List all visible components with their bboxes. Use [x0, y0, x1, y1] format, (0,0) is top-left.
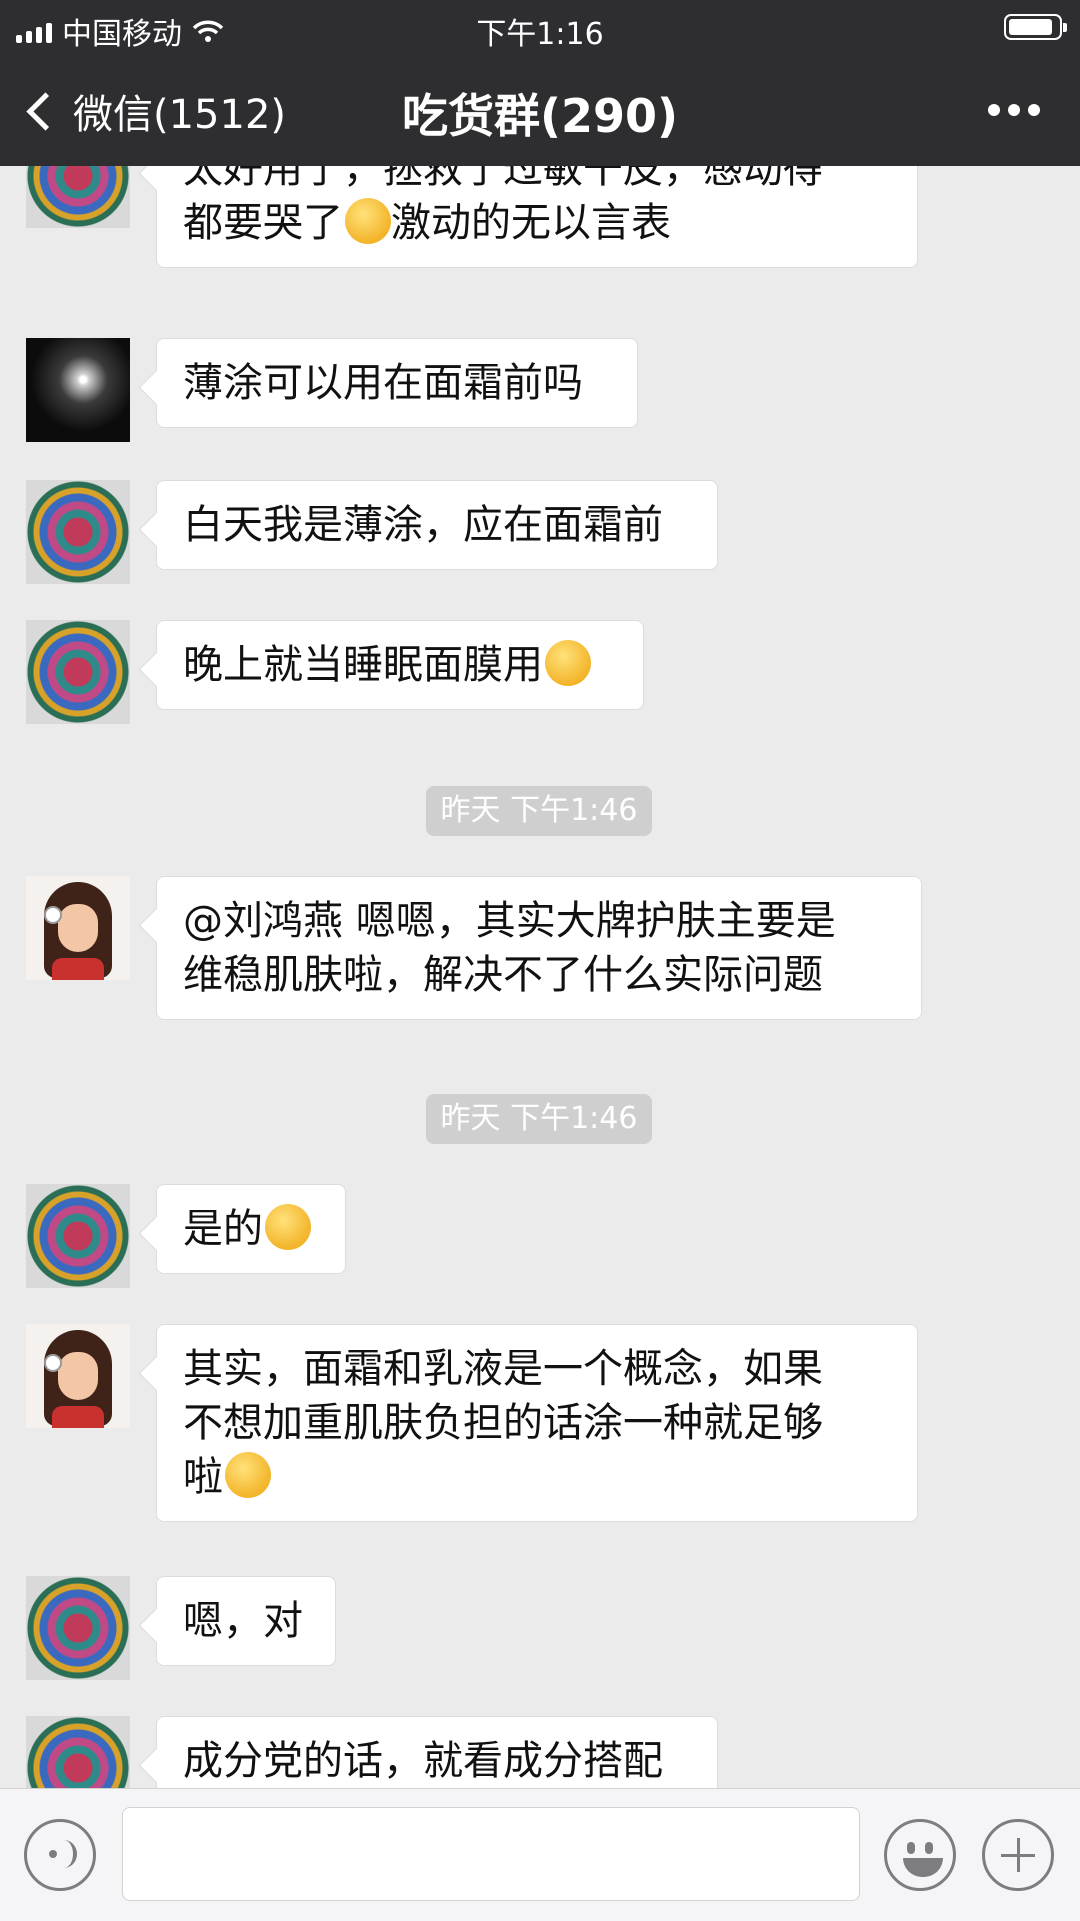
clock: 下午1:16 — [476, 17, 604, 52]
message-bubble[interactable]: 其实，面霜和乳液是一个概念，如果 不想加重肌肤负担的话涂一种就足够 啦 — [156, 1324, 918, 1522]
mandala-avatar[interactable] — [26, 1716, 130, 1788]
girl-avatar[interactable] — [26, 1324, 130, 1428]
message-text: 嗯，对 — [183, 1598, 303, 1644]
message-bubble[interactable]: 白天我是薄涂，应在面霜前 — [156, 480, 718, 570]
emoji-icon[interactable] — [884, 1819, 956, 1891]
chat-title: 吃货群(290) — [401, 89, 679, 143]
navigation-bar: 微信(1512) 吃货群(290) — [0, 54, 1080, 166]
chat-history[interactable]: 太好用了，拯救了过敏干皮，感动得 都要哭了 激动的无以言表 薄涂可以用在面霜前吗 … — [0, 166, 1080, 1788]
facepalm-emoji — [545, 640, 591, 686]
smile-emoji — [225, 1452, 271, 1498]
message-text: 薄涂可以用在面霜前吗 — [183, 360, 583, 406]
more-icon[interactable] — [988, 104, 1040, 116]
timestamp: 昨天 下午1:46 — [426, 786, 652, 836]
message-text: 其实，面霜和乳液是一个概念，如果 不想加重肌肤负担的话涂一种就足够 啦 — [183, 1346, 823, 1500]
message-text: 晚上就当睡眠面膜用 — [183, 642, 543, 688]
message-bubble[interactable]: 嗯，对 — [156, 1576, 336, 1666]
status-bar: 中国移动 下午1:16 — [0, 0, 1080, 54]
message-text: 是的 — [183, 1206, 263, 1252]
sparkle-avatar[interactable] — [26, 338, 130, 442]
message-bubble[interactable]: 是的 — [156, 1184, 346, 1274]
message-bubble[interactable]: @刘鸿燕 嗯嗯，其实大牌护肤主要是 维稳肌肤啦，解决不了什么实际问题 — [156, 876, 922, 1020]
mandala-avatar[interactable] — [26, 166, 130, 228]
message-input[interactable] — [122, 1807, 860, 1901]
voice-icon[interactable] — [24, 1819, 96, 1891]
girl-avatar[interactable] — [26, 876, 130, 980]
message-bubble[interactable]: 薄涂可以用在面霜前吗 — [156, 338, 638, 428]
message-text: 成分党的话，就看成分搭配 — [183, 1738, 663, 1784]
timestamp: 昨天 下午1:46 — [426, 1094, 652, 1144]
message-text: 白天我是薄涂，应在面霜前 — [183, 502, 663, 548]
mandala-avatar[interactable] — [26, 620, 130, 724]
plus-icon[interactable] — [982, 1819, 1054, 1891]
message-bubble[interactable]: 晚上就当睡眠面膜用 — [156, 620, 644, 710]
tears-of-joy-emoji — [345, 198, 391, 244]
mandala-avatar[interactable] — [26, 1576, 130, 1680]
mandala-avatar[interactable] — [26, 480, 130, 584]
message-text: @刘鸿燕 嗯嗯，其实大牌护肤主要是 维稳肌肤啦，解决不了什么实际问题 — [183, 898, 836, 998]
mandala-avatar[interactable] — [26, 1184, 130, 1288]
facepalm-emoji — [265, 1204, 311, 1250]
message-bubble[interactable]: 太好用了，拯救了过敏干皮，感动得 都要哭了 激动的无以言表 — [156, 166, 918, 268]
battery-icon — [1004, 14, 1067, 40]
message-text-tail: 激动的无以言表 — [391, 200, 671, 246]
input-bar — [0, 1788, 1080, 1921]
message-bubble[interactable]: 成分党的话，就看成分搭配 — [156, 1716, 718, 1788]
